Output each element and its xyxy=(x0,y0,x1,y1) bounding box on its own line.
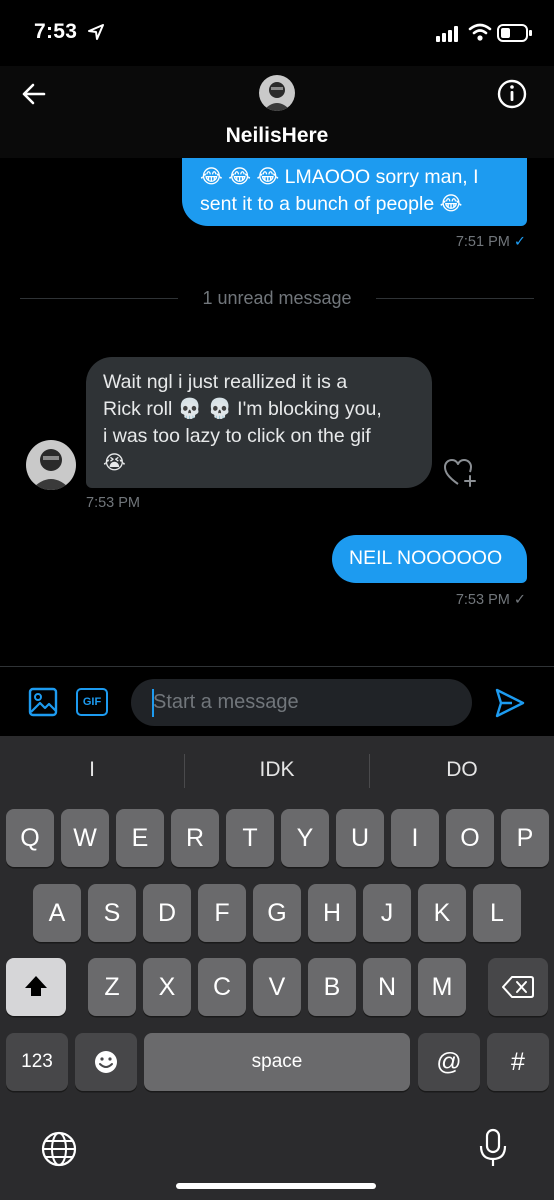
message-line: 😂 😂 😂 LMAOOO sorry man, I xyxy=(200,166,479,188)
key[interactable]: G xyxy=(253,884,301,942)
battery-icon xyxy=(497,24,532,42)
sent-check-icon: ✓ xyxy=(513,592,526,608)
message-timestamp: 7:53 PM xyxy=(86,495,140,511)
avatar[interactable] xyxy=(26,440,76,490)
key[interactable]: W xyxy=(61,809,109,867)
key[interactable]: J xyxy=(363,884,411,942)
key[interactable]: K xyxy=(418,884,466,942)
key[interactable]: U xyxy=(336,809,384,867)
outgoing-message[interactable]: 😂 😂 😂 LMAOOO sorry man, I sent it to a b… xyxy=(182,158,527,226)
message-line: i was too lazy to click on the gif xyxy=(103,425,371,447)
key[interactable]: Q xyxy=(6,809,54,867)
message-timestamp: 7:51 PM ✓ xyxy=(455,234,526,250)
keyboard: I IDK DO Q W E R T Y U I O P A S D F G H… xyxy=(0,736,554,1200)
key[interactable]: B xyxy=(308,958,356,1016)
key[interactable]: V xyxy=(253,958,301,1016)
signal-icon xyxy=(436,26,458,42)
microphone-icon[interactable] xyxy=(478,1128,508,1168)
conversation-header: NeilisHere xyxy=(0,66,554,158)
hash-key[interactable]: # xyxy=(487,1033,549,1091)
suggestion-item[interactable]: DO xyxy=(370,758,554,782)
message-line: sent it to a bunch of people 😂 xyxy=(200,193,463,215)
emoji-key[interactable] xyxy=(75,1033,137,1091)
message-line: NEIL NOOOOOO xyxy=(349,547,503,569)
key[interactable]: A xyxy=(33,884,81,942)
key[interactable]: O xyxy=(446,809,494,867)
status-bar: 7:53 xyxy=(0,0,554,66)
message-line: 😭 xyxy=(103,452,126,474)
key[interactable]: T xyxy=(226,809,274,867)
key[interactable]: Z xyxy=(88,958,136,1016)
key[interactable]: Y xyxy=(281,809,329,867)
key[interactable]: R xyxy=(171,809,219,867)
emoji-icon xyxy=(95,1051,117,1073)
home-indicator xyxy=(176,1183,376,1189)
incoming-message[interactable]: Wait ngl i just reallized it is a Rick r… xyxy=(86,357,432,488)
image-icon[interactable] xyxy=(28,687,58,717)
backspace-icon xyxy=(502,976,534,998)
outgoing-message[interactable]: NEIL NOOOOOO xyxy=(332,535,527,583)
key[interactable]: C xyxy=(198,958,246,1016)
key[interactable]: P xyxy=(501,809,549,867)
at-key[interactable]: @ xyxy=(418,1033,480,1091)
key[interactable]: X xyxy=(143,958,191,1016)
text-caret xyxy=(152,689,154,717)
suggestion-item[interactable]: I xyxy=(0,758,184,782)
message-line: Rick roll 💀 💀 I'm blocking you, xyxy=(103,398,382,420)
key[interactable]: N xyxy=(363,958,411,1016)
key[interactable]: H xyxy=(308,884,356,942)
shift-icon xyxy=(25,976,47,996)
key[interactable]: I xyxy=(391,809,439,867)
message-line: Wait ngl i just reallized it is a xyxy=(103,371,348,393)
message-timestamp: 7:53 PM ✓ xyxy=(455,592,526,608)
contact-name[interactable]: NeilisHere xyxy=(0,124,554,148)
globe-icon[interactable] xyxy=(40,1130,78,1168)
space-key[interactable]: space xyxy=(144,1033,410,1091)
key[interactable]: F xyxy=(198,884,246,942)
gif-icon[interactable]: GIF xyxy=(76,688,108,716)
sent-check-icon: ✓ xyxy=(513,234,526,250)
location-arrow-icon xyxy=(88,24,104,40)
key[interactable]: S xyxy=(88,884,136,942)
wifi-icon xyxy=(468,23,492,41)
unread-divider: 1 unread message xyxy=(202,288,352,308)
key[interactable]: M xyxy=(418,958,466,1016)
send-icon[interactable] xyxy=(494,687,526,719)
add-reaction-icon[interactable] xyxy=(444,458,478,488)
status-time: 7:53 xyxy=(34,20,78,43)
avatar[interactable] xyxy=(259,75,295,111)
info-icon[interactable] xyxy=(496,78,528,110)
back-arrow-icon[interactable] xyxy=(18,78,50,110)
key[interactable]: L xyxy=(473,884,521,942)
shift-key[interactable] xyxy=(6,958,66,1016)
backspace-key[interactable] xyxy=(488,958,548,1016)
suggestion-bar: I IDK DO xyxy=(0,736,554,806)
message-input[interactable] xyxy=(131,679,472,726)
message-composer: GIF xyxy=(0,666,554,736)
numbers-key[interactable]: 123 xyxy=(6,1033,68,1091)
key[interactable]: E xyxy=(116,809,164,867)
suggestion-item[interactable]: IDK xyxy=(185,758,369,782)
key[interactable]: D xyxy=(143,884,191,942)
